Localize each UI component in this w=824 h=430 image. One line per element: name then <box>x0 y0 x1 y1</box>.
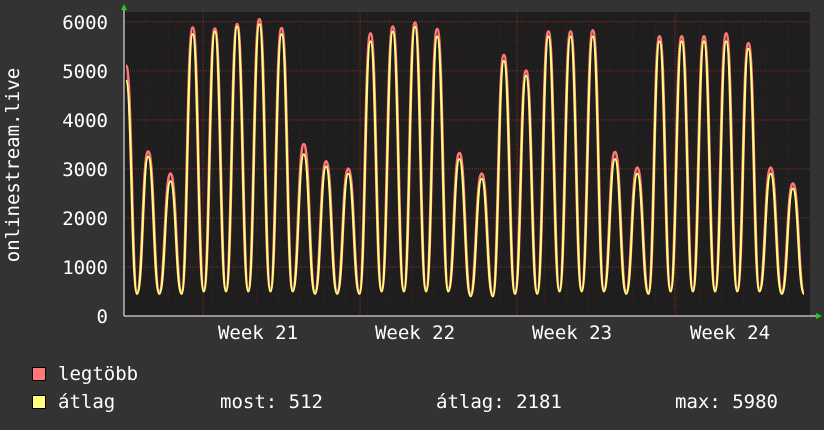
legend-swatch-atlag <box>32 395 46 409</box>
x-tick-label: Week 22 <box>375 322 455 344</box>
stat-current: most: 512 <box>220 391 323 413</box>
y-tick-label: 2000 <box>62 208 108 230</box>
legend-item-legtobb: legtöbb <box>32 363 138 385</box>
x-tick-label: Week 24 <box>690 322 770 344</box>
chart: 0 1000 2000 3000 4000 5000 6000 Week 21 Week 22 W… <box>2 4 822 344</box>
y-axis-arrow <box>121 4 127 10</box>
y-tick-label: 1000 <box>62 257 108 279</box>
legend-swatch-legtobb <box>32 367 46 381</box>
legend-label-atlag: átlag <box>58 391 116 413</box>
x-axis-arrow <box>816 313 822 319</box>
x-tick-label: Week 23 <box>532 322 612 344</box>
y-axis-title: onlinestream.live <box>2 68 24 262</box>
legend-item-atlag: átlag <box>32 391 115 413</box>
y-tick-label: 4000 <box>62 110 108 132</box>
legend-label-legtobb: legtöbb <box>58 363 139 385</box>
y-tick-label: 5000 <box>62 61 108 83</box>
stat-average: átlag: 2181 <box>436 391 562 413</box>
x-tick-label: Week 21 <box>218 322 298 344</box>
stat-max: max: 5980 <box>675 391 778 413</box>
y-tick-label: 3000 <box>62 159 108 181</box>
y-tick-label: 0 <box>97 306 108 328</box>
y-tick-label: 6000 <box>62 12 108 34</box>
